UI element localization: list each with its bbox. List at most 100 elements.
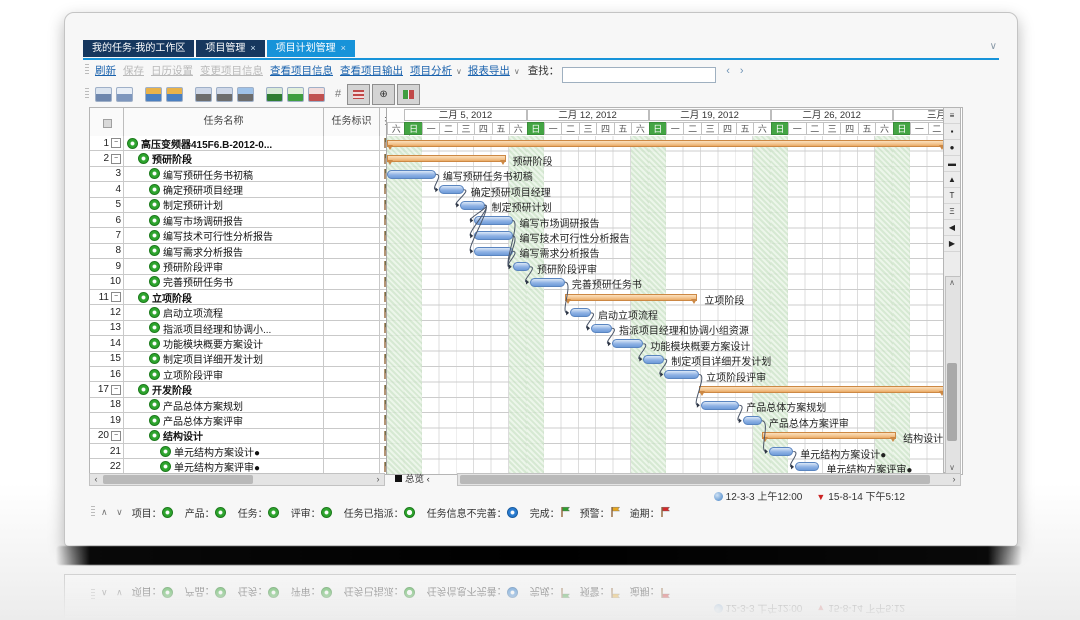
overview-toggle[interactable]: 总览 ‹ xyxy=(395,473,430,486)
collapse-expander-icon[interactable]: − xyxy=(111,138,121,148)
chevron-down-icon[interactable]: ∨ xyxy=(514,67,520,76)
baseline-toggle[interactable] xyxy=(347,84,370,105)
column-header-1[interactable]: 任务名称 xyxy=(124,108,324,136)
critical-path-toggle[interactable] xyxy=(397,84,420,105)
side-tool-icon-6[interactable]: T xyxy=(944,188,960,204)
side-tool-icon-8[interactable]: ◀ xyxy=(944,220,960,236)
side-tool-icon-2[interactable]: ▪ xyxy=(944,124,960,140)
overview-collapse-icon[interactable]: ‹ xyxy=(424,474,430,485)
menu-item-1[interactable]: 刷新 xyxy=(95,65,116,77)
tab-close-icon[interactable]: × xyxy=(341,43,346,53)
table-row[interactable]: 22单元结构方案评审● xyxy=(90,459,386,474)
table-row[interactable]: 3编写预研任务书初稿 xyxy=(90,167,386,182)
side-tool-icon-7[interactable]: Ξ xyxy=(944,204,960,220)
outdent-task-icon[interactable] xyxy=(145,87,162,102)
day-cell: 一 xyxy=(666,122,684,135)
plan-start-date: 12-3-3 上午12:00 xyxy=(726,492,803,503)
vertical-scroll-thumb[interactable] xyxy=(947,363,957,441)
print-preview-icon[interactable] xyxy=(116,87,133,102)
table-scroll-thumb[interactable] xyxy=(103,475,253,484)
table-row[interactable]: 17−开发阶段 xyxy=(90,382,386,397)
legend-collapse-arrows[interactable]: ∧ ∨ xyxy=(101,507,126,518)
tab-2[interactable]: 项目管理× xyxy=(196,40,264,57)
legend-drag-handle[interactable] xyxy=(91,587,95,599)
tab-3[interactable]: 项目计划管理× xyxy=(267,40,355,57)
window-collapse-icon[interactable]: ∨ xyxy=(990,41,997,52)
menu-drag-handle[interactable] xyxy=(85,64,89,76)
table-row[interactable]: 12启动立项流程 xyxy=(90,305,386,320)
scroll-down-icon[interactable]: ∨ xyxy=(946,463,958,472)
menu-item-6[interactable]: 查看项目输出 xyxy=(340,65,403,77)
task-name: 高压变频器415F6.B-2012-0... xyxy=(141,136,272,150)
day-cell-sunday: 日 xyxy=(771,122,789,135)
collapse-expander-icon[interactable]: − xyxy=(111,431,121,441)
tab-close-icon[interactable]: × xyxy=(250,43,255,53)
nav-next-icon[interactable]: › xyxy=(740,65,744,77)
task-table-body: 1−高压变频器415F6.B-2012-0...2−预研阶段3编写预研任务书初稿… xyxy=(90,136,386,474)
crosshair-toggle[interactable]: ⊕ xyxy=(372,84,395,105)
table-row[interactable]: 20−结构设计 xyxy=(90,429,386,444)
menu-item-5[interactable]: 查看项目信息 xyxy=(270,65,333,77)
collapse-expander-icon[interactable]: − xyxy=(111,385,121,395)
nav-prev-icon[interactable]: ‹ xyxy=(726,65,730,77)
timescale-icon[interactable]: # xyxy=(335,88,341,100)
select-all-box[interactable] xyxy=(103,119,112,128)
table-row[interactable]: 8编写需求分析报告 xyxy=(90,244,386,259)
gantt-bar-green-icon[interactable] xyxy=(287,87,304,102)
legend-drag-handle[interactable] xyxy=(91,506,95,518)
side-tool-icon-1[interactable]: ≡ xyxy=(944,108,960,124)
table-row[interactable]: 10完善预研任务书 xyxy=(90,275,386,290)
table-row[interactable]: 6编写市场调研报告 xyxy=(90,213,386,228)
side-tool-icon-9[interactable]: ▶ xyxy=(944,236,960,252)
table-row[interactable]: 2−预研阶段 xyxy=(90,151,386,166)
gantt-scroll-thumb[interactable] xyxy=(460,475,930,484)
menu-item-7[interactable]: 项目分析 xyxy=(410,65,452,77)
chevron-down-icon[interactable]: ∨ xyxy=(456,67,462,76)
zoom-fit-icon[interactable] xyxy=(237,87,254,102)
scroll-left-icon[interactable]: ‹ xyxy=(90,474,102,485)
gantt-bar-red-icon[interactable] xyxy=(308,87,325,102)
table-row[interactable]: 15制定项目详细开发计划 xyxy=(90,352,386,367)
window-shadow-band xyxy=(56,546,1022,565)
table-row[interactable]: 21单元结构方案设计● xyxy=(90,444,386,459)
table-row[interactable]: 9预研阶段评审 xyxy=(90,259,386,274)
table-row[interactable]: 11−立项阶段 xyxy=(90,290,386,305)
gantt-side-toolbar: ≡▪●▬▲TΞ◀▶∧∨ xyxy=(943,107,961,473)
table-row[interactable]: 7编写技术可行性分析报告 xyxy=(90,228,386,243)
column-header-2[interactable]: 任务标识 xyxy=(324,108,380,136)
side-tool-icon-5[interactable]: ▲ xyxy=(944,172,960,188)
table-row[interactable]: 16立项阶段评审 xyxy=(90,367,386,382)
scroll-up-icon[interactable]: ∧ xyxy=(946,278,958,287)
search-input[interactable] xyxy=(562,67,716,83)
task-id-cell xyxy=(324,459,380,473)
filter-icon[interactable] xyxy=(266,87,283,102)
gantt-hscrollbar[interactable]: › xyxy=(457,473,961,486)
zoom-out-icon[interactable] xyxy=(216,87,233,102)
collapse-expander-icon[interactable]: − xyxy=(111,292,121,302)
table-row[interactable]: 19产品总体方案评审 xyxy=(90,413,386,428)
table-row[interactable]: 14功能模块概要方案设计 xyxy=(90,336,386,351)
side-tool-icon-3[interactable]: ● xyxy=(944,140,960,156)
table-row[interactable]: 4确定预研项目经理 xyxy=(90,182,386,197)
print-icon[interactable] xyxy=(95,87,112,102)
indent-task-icon[interactable] xyxy=(166,87,183,102)
task-status-icon xyxy=(149,369,160,380)
table-row[interactable]: 13指派项目经理和协调小... xyxy=(90,321,386,336)
menu-item-8[interactable]: 报表导出 xyxy=(468,65,510,77)
collapse-expander-icon[interactable]: − xyxy=(111,154,121,164)
scroll-right-icon[interactable]: › xyxy=(948,474,960,485)
table-row[interactable]: 1−高压变频器415F6.B-2012-0... xyxy=(90,136,386,151)
vertical-scrollbar[interactable]: ∧∨ xyxy=(945,276,961,474)
task-name-cell: 预研阶段评审 xyxy=(124,259,324,273)
task-name-cell: 编写预研任务书初稿 xyxy=(124,167,324,181)
side-tool-icon-4[interactable]: ▬ xyxy=(944,156,960,172)
table-hscrollbar[interactable]: ‹› xyxy=(89,473,385,486)
tab-1[interactable]: 我的任务-我的工作区 xyxy=(83,40,194,57)
toolbar-drag-handle[interactable] xyxy=(85,88,89,100)
scroll-right-icon[interactable]: › xyxy=(372,474,384,485)
legend-collapse-arrows[interactable]: ∧ ∨ xyxy=(101,588,126,599)
table-row[interactable]: 18产品总体方案规划 xyxy=(90,398,386,413)
legend-item: 完成： xyxy=(530,505,571,520)
zoom-in-icon[interactable] xyxy=(195,87,212,102)
table-row[interactable]: 5制定预研计划 xyxy=(90,198,386,213)
